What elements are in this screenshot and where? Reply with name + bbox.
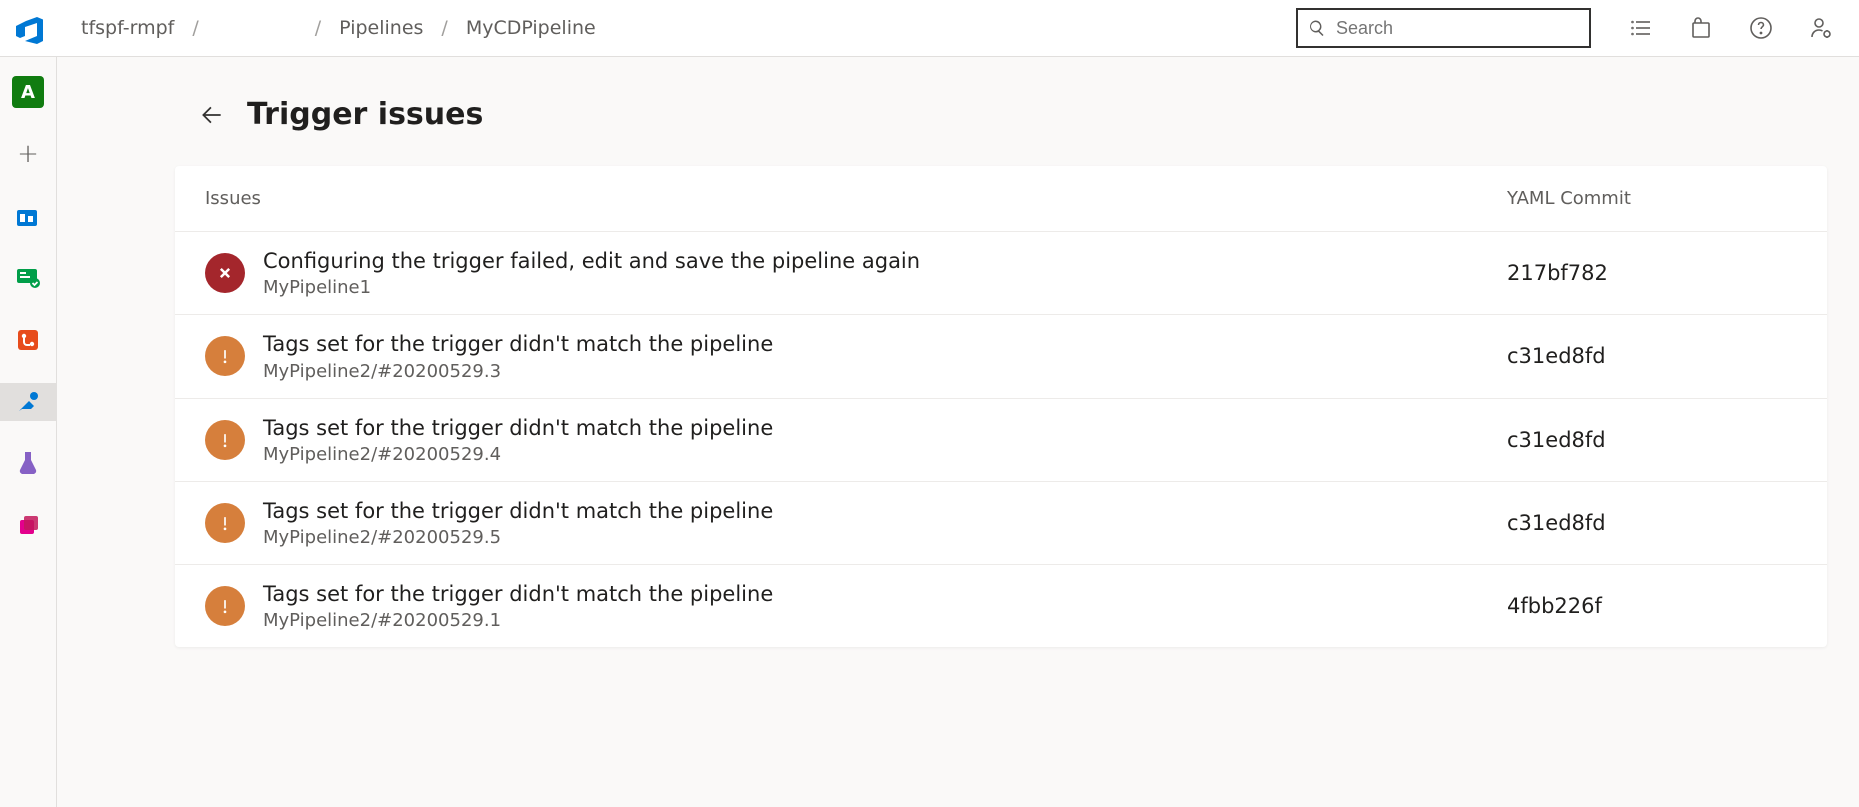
- back-button[interactable]: [197, 100, 227, 130]
- issue-text: Configuring the trigger failed, edit and…: [263, 248, 1507, 298]
- breadcrumb-pipeline[interactable]: MyCDPipeline: [466, 17, 596, 39]
- testplans-icon: [14, 450, 42, 478]
- warning-icon: [205, 503, 245, 543]
- breadcrumb: tfspf-rmpf / / Pipelines / MyCDPipeline: [57, 17, 596, 39]
- repos-icon: [14, 326, 42, 354]
- marketplace-icon[interactable]: [1671, 0, 1731, 57]
- error-icon: [205, 253, 245, 293]
- issue-title: Tags set for the trigger didn't match th…: [263, 498, 1507, 525]
- warning-icon: [205, 420, 245, 460]
- issues-list: Configuring the trigger failed, edit and…: [175, 232, 1827, 647]
- nav-testplans[interactable]: [9, 445, 47, 483]
- top-actions: [1611, 0, 1851, 57]
- pipelines-icon: [14, 388, 42, 416]
- project-avatar[interactable]: A: [9, 73, 47, 111]
- topbar: tfspf-rmpf / / Pipelines / MyCDPipeline: [0, 0, 1859, 57]
- warning-icon: [205, 586, 245, 626]
- issue-subtitle: MyPipeline2/#20200529.1: [263, 610, 1507, 631]
- issue-row[interactable]: Tags set for the trigger didn't match th…: [175, 399, 1827, 482]
- col-header-issues: Issues: [205, 188, 1507, 209]
- azure-devops-logo[interactable]: [0, 12, 57, 44]
- page-header: Trigger issues: [57, 57, 1859, 166]
- col-header-commit: YAML Commit: [1507, 188, 1797, 209]
- overview-icon: [14, 202, 42, 230]
- breadcrumb-section[interactable]: Pipelines: [339, 17, 423, 39]
- plus-icon: +: [17, 139, 39, 169]
- issue-title: Tags set for the trigger didn't match th…: [263, 331, 1507, 358]
- issue-row[interactable]: Tags set for the trigger didn't match th…: [175, 315, 1827, 398]
- search-input[interactable]: [1336, 18, 1579, 39]
- boards-icon: [14, 264, 42, 292]
- page-title: Trigger issues: [247, 97, 483, 132]
- issues-card: Issues YAML Commit Configuring the trigg…: [175, 166, 1827, 647]
- help-icon[interactable]: [1731, 0, 1791, 57]
- issue-subtitle: MyPipeline2/#20200529.3: [263, 361, 1507, 382]
- nav-boards[interactable]: [9, 259, 47, 297]
- issue-row[interactable]: Tags set for the trigger didn't match th…: [175, 482, 1827, 565]
- issue-title: Tags set for the trigger didn't match th…: [263, 581, 1507, 608]
- breadcrumb-separator: /: [192, 17, 198, 39]
- nav-repos[interactable]: [9, 321, 47, 359]
- add-button[interactable]: +: [9, 135, 47, 173]
- warning-icon: [205, 336, 245, 376]
- issue-subtitle: MyPipeline1: [263, 277, 1507, 298]
- issue-commit: c31ed8fd: [1507, 511, 1797, 535]
- issue-subtitle: MyPipeline2/#20200529.4: [263, 444, 1507, 465]
- nav-overview[interactable]: [9, 197, 47, 235]
- breadcrumb-org[interactable]: tfspf-rmpf: [81, 17, 174, 39]
- nav-pipelines[interactable]: [0, 383, 57, 421]
- issue-text: Tags set for the trigger didn't match th…: [263, 498, 1507, 548]
- list-icon[interactable]: [1611, 0, 1671, 57]
- issue-commit: c31ed8fd: [1507, 344, 1797, 368]
- table-header: Issues YAML Commit: [175, 166, 1827, 232]
- issue-subtitle: MyPipeline2/#20200529.5: [263, 527, 1507, 548]
- arrow-left-icon: [199, 102, 225, 128]
- issue-title: Configuring the trigger failed, edit and…: [263, 248, 1507, 275]
- breadcrumb-separator: /: [315, 17, 321, 39]
- issue-title: Tags set for the trigger didn't match th…: [263, 415, 1507, 442]
- search-box[interactable]: [1296, 8, 1591, 48]
- issue-text: Tags set for the trigger didn't match th…: [263, 331, 1507, 381]
- issue-row[interactable]: Tags set for the trigger didn't match th…: [175, 565, 1827, 647]
- issue-commit: 217bf782: [1507, 261, 1797, 285]
- main-content: Trigger issues Issues YAML Commit Config…: [57, 57, 1859, 807]
- issue-text: Tags set for the trigger didn't match th…: [263, 415, 1507, 465]
- breadcrumb-separator: /: [441, 17, 447, 39]
- left-nav-rail: A +: [0, 57, 57, 807]
- issue-row[interactable]: Configuring the trigger failed, edit and…: [175, 232, 1827, 315]
- issue-commit: 4fbb226f: [1507, 594, 1797, 618]
- issue-text: Tags set for the trigger didn't match th…: [263, 581, 1507, 631]
- search-icon: [1308, 19, 1326, 37]
- issue-commit: c31ed8fd: [1507, 428, 1797, 452]
- user-settings-icon[interactable]: [1791, 0, 1851, 57]
- nav-artifacts[interactable]: [9, 507, 47, 545]
- artifacts-icon: [14, 512, 42, 540]
